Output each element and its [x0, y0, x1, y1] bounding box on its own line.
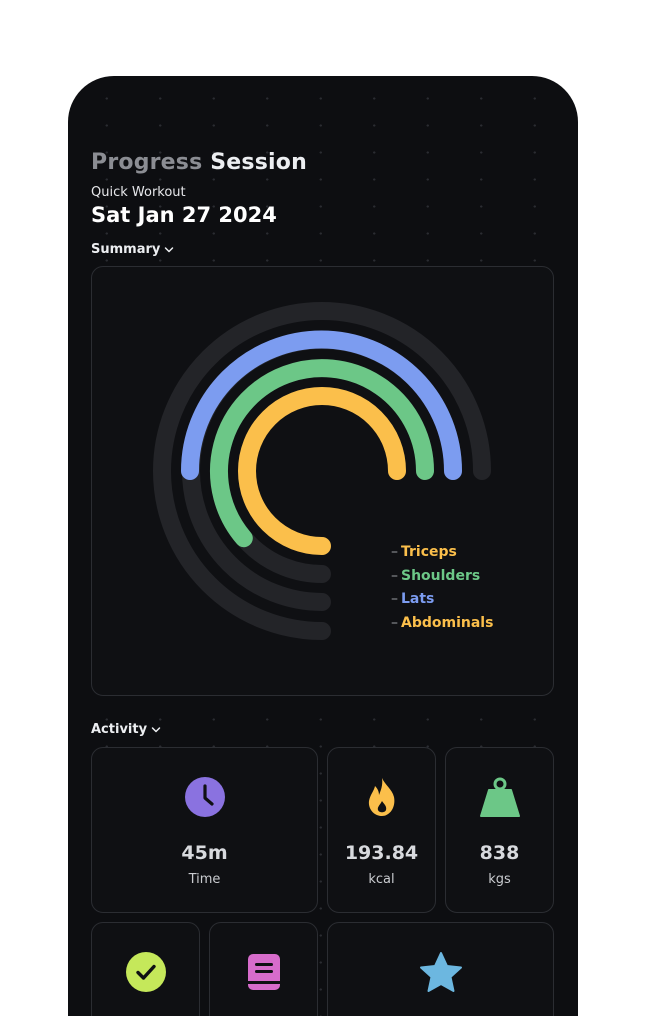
time-value: 45m: [181, 842, 228, 864]
session-date: Sat Jan 27 2024: [91, 203, 277, 227]
check-icon: [125, 952, 166, 992]
legend-item: – Shoulders: [391, 567, 481, 584]
legend-label-lats: Lats: [401, 591, 435, 607]
kgs-label: kgs: [488, 872, 511, 887]
legend-label-shoulders: Shoulders: [401, 567, 481, 584]
stat-card-notes[interactable]: [209, 922, 318, 1016]
legend-item: – Abdominals: [391, 614, 494, 631]
kcal-label: kcal: [368, 872, 395, 887]
page-title-progress: Progress: [91, 150, 203, 175]
legend-item: – Lats: [391, 591, 435, 607]
clock-icon: [184, 777, 225, 817]
legend-label-triceps: Triceps: [401, 544, 457, 560]
page-title-session: Session: [210, 150, 307, 175]
stat-card-kgs[interactable]: 838 kgs: [445, 747, 554, 913]
chart-legend: – Triceps – Shoulders – Lats – Abdominals: [391, 541, 493, 635]
weight-icon: [479, 777, 520, 817]
stat-card-completed[interactable]: [91, 922, 200, 1016]
stat-card-time[interactable]: 45m Time: [91, 747, 318, 913]
stat-card-kcal[interactable]: 193.84 kcal: [327, 747, 436, 913]
kgs-value: 838: [479, 842, 520, 864]
legend-item: – Triceps: [391, 544, 457, 560]
activity-heading: Activity: [91, 722, 148, 737]
arc-triceps: [238, 387, 406, 555]
chevron-down-icon: [151, 726, 161, 732]
summary-toggle[interactable]: Summary: [91, 242, 174, 257]
stat-card-rating[interactable]: [327, 922, 554, 1016]
page-title: Progress Session: [91, 150, 307, 175]
flame-icon: [368, 778, 394, 816]
star-icon: [419, 952, 462, 992]
activity-toggle[interactable]: Activity: [91, 722, 161, 737]
muscle-summary-card: – Triceps – Shoulders – Lats – Abdominals: [91, 266, 554, 696]
workout-type: Quick Workout: [91, 185, 186, 200]
summary-heading: Summary: [91, 242, 161, 257]
notes-icon: [247, 954, 280, 990]
app-screen: Progress Session Quick Workout Sat Jan 2…: [68, 76, 578, 1016]
kcal-value: 193.84: [344, 842, 419, 864]
legend-label-abdominals: Abdominals: [401, 614, 494, 631]
chevron-down-icon: [165, 246, 174, 252]
time-label: Time: [188, 872, 221, 887]
